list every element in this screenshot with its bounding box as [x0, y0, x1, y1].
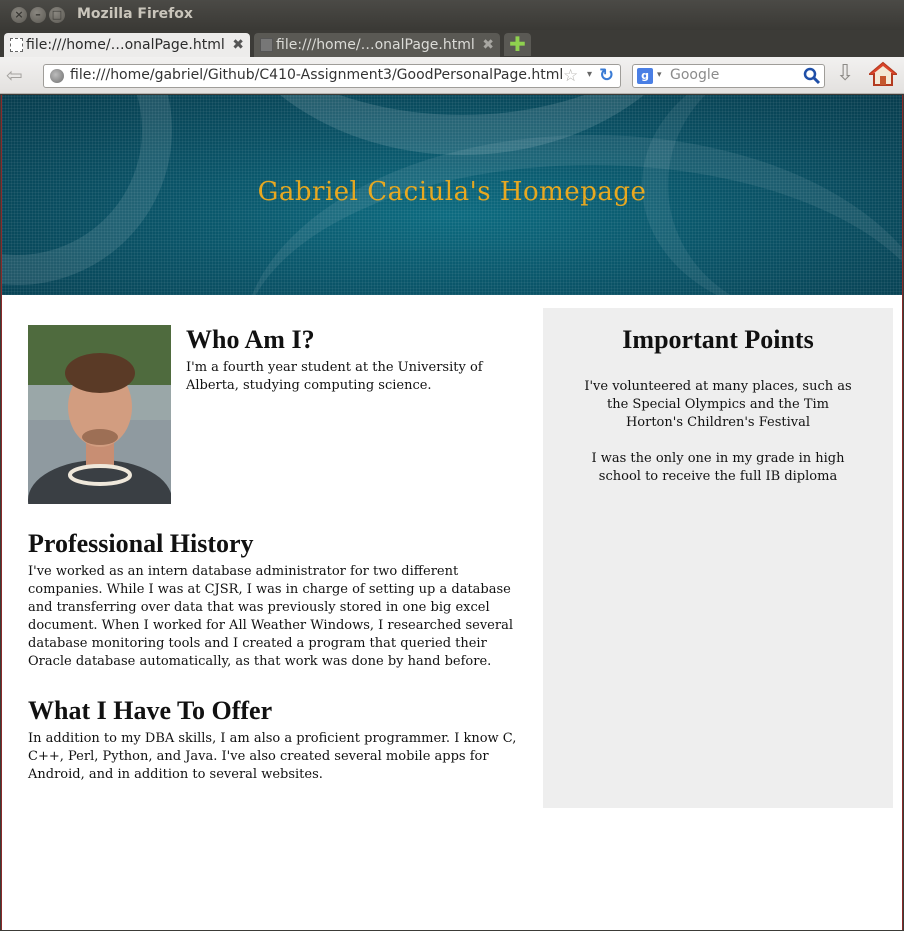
tab-label: file:///home/…onalPage.html: [26, 37, 225, 53]
page-title: Gabriel Caciula's Homepage: [257, 177, 647, 207]
google-engine-icon[interactable]: g: [637, 68, 653, 84]
point-item: I was the only one in my grade in high s…: [591, 451, 845, 484]
downloads-arrow-icon[interactable]: ⇩: [836, 62, 854, 86]
home-icon[interactable]: [869, 61, 897, 87]
profile-photo: [28, 325, 171, 504]
window-titlebar: × – □ Mozilla Firefox: [0, 0, 904, 30]
page-favicon-icon: [260, 38, 273, 52]
search-input[interactable]: Google: [670, 67, 719, 83]
who-text: I'm a fourth year student at the Univers…: [186, 360, 483, 393]
history-dropdown-icon[interactable]: ▾: [587, 69, 592, 80]
page-favicon-icon: [10, 38, 23, 52]
tab-label: file:///home/…onalPage.html: [276, 37, 475, 53]
professional-heading: Professional History: [28, 529, 254, 558]
page-viewport: Gabriel Caciula's Homepage Who Am I? I'm…: [1, 95, 903, 930]
close-tab-icon[interactable]: ✖: [232, 33, 244, 57]
close-window-icon[interactable]: ×: [11, 7, 27, 23]
reload-icon[interactable]: ↻: [599, 65, 614, 86]
who-heading: Who Am I?: [186, 325, 315, 354]
header-banner: Gabriel Caciula's Homepage: [2, 95, 902, 295]
window-controls: × – □: [11, 7, 65, 23]
new-tab-icon[interactable]: ✚: [504, 33, 531, 56]
bookmark-star-icon[interactable]: ☆: [563, 66, 578, 86]
navigation-toolbar: ⇦ file:///home/gabriel/Github/C410-Assig…: [0, 57, 904, 94]
offer-text: In addition to my DBA skills, I am also …: [28, 731, 517, 782]
search-bar[interactable]: g ▾ Google: [632, 64, 825, 88]
professional-section: Professional History I've worked as an i…: [28, 529, 522, 671]
magnifier-icon[interactable]: [803, 67, 821, 85]
tab-active[interactable]: file:///home/…onalPage.html ✖: [4, 33, 250, 57]
engine-dropdown-icon[interactable]: ▾: [657, 70, 662, 80]
url-text[interactable]: file:///home/gabriel/Github/C410-Assignm…: [70, 67, 563, 83]
close-tab-icon[interactable]: ✖: [482, 33, 494, 57]
tab-strip: file:///home/…onalPage.html ✖ file:///ho…: [0, 30, 904, 57]
url-bar[interactable]: file:///home/gabriel/Github/C410-Assignm…: [43, 64, 621, 88]
offer-heading: What I Have To Offer: [28, 696, 273, 725]
minimize-window-icon[interactable]: –: [30, 7, 46, 23]
maximize-window-icon[interactable]: □: [49, 7, 65, 23]
site-identity-icon[interactable]: [50, 69, 64, 83]
points-list: I've volunteered at many places, such as…: [543, 378, 893, 486]
back-arrow-icon[interactable]: ⇦: [6, 65, 23, 85]
sidebar-heading: Important Points: [622, 325, 814, 354]
professional-text: I've worked as an intern database admini…: [28, 564, 513, 669]
tab-inactive[interactable]: file:///home/…onalPage.html ✖: [254, 33, 500, 57]
window-title: Mozilla Firefox: [77, 6, 193, 22]
point-item: I've volunteered at many places, such as…: [584, 379, 852, 430]
important-points-sidebar: Important Points I've volunteered at man…: [543, 308, 893, 808]
offer-section: What I Have To Offer In addition to my D…: [28, 696, 522, 784]
who-section: Who Am I? I'm a fourth year student at t…: [186, 325, 526, 395]
